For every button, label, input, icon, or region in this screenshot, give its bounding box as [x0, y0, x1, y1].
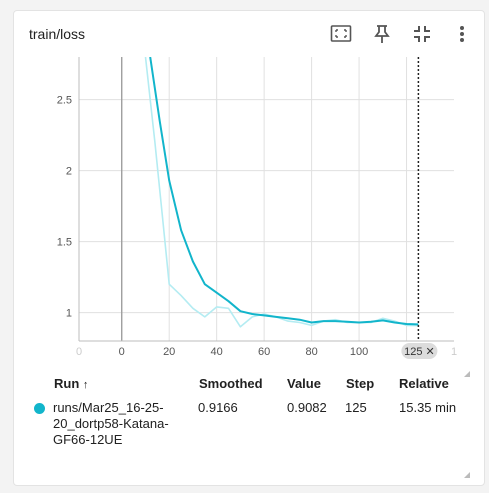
x-tick-label: 40 — [211, 346, 223, 358]
header-smoothed[interactable]: Smoothed — [199, 376, 263, 391]
cell-relative: 15.35 min — [399, 400, 457, 415]
step-label: 125 ✕ — [404, 346, 435, 358]
y-tick-label: 1 — [66, 308, 72, 320]
header-run[interactable]: Run ↑ — [54, 376, 88, 391]
table-resize-handle[interactable] — [464, 465, 470, 478]
x-tick-label: 20 — [163, 346, 175, 358]
loss-chart[interactable]: 1 1.5 2 2.5 0 20 40 60 80 100 1 0 125 ✕ — [14, 11, 484, 361]
header-relative[interactable]: Relative — [399, 376, 449, 391]
y-tick-label: 2 — [66, 166, 72, 178]
sort-arrow-icon: ↑ — [82, 379, 89, 391]
cell-value: 0.9082 — [287, 400, 327, 415]
scalar-card: train/loss 1 1.5 2 2.5 0 20 40 60 80 100 1 0 125 ✕ … — [13, 10, 485, 486]
header-value[interactable]: Value — [287, 376, 321, 391]
y-tick-label: 2.5 — [57, 95, 72, 107]
smoothed-series-line — [149, 57, 419, 326]
run-name-line: 20_dortp58-Katana- — [53, 416, 169, 431]
x-tick-label: 100 — [350, 346, 368, 358]
x-tick-label: 60 — [258, 346, 270, 358]
run-name: runs/Mar25_16-25- 20_dortp58-Katana- GF6… — [53, 400, 183, 448]
run-name-line: GF66-12UE — [53, 432, 123, 447]
x-tick-label: 1 — [451, 346, 457, 358]
chart-resize-handle[interactable] — [464, 364, 470, 377]
run-name-line: runs/Mar25_16-25- — [53, 400, 164, 415]
x-tick-label: 80 — [305, 346, 317, 358]
y-tick-label: 1.5 — [57, 237, 72, 249]
run-color-dot — [34, 403, 45, 414]
header-step[interactable]: Step — [346, 376, 374, 391]
x-tick-label: 0 — [119, 346, 125, 358]
x-tick-label-faded: 0 — [76, 346, 82, 358]
cell-step: 125 — [345, 400, 367, 415]
raw-series-line — [144, 57, 419, 328]
cell-smoothed: 0.9166 — [198, 400, 238, 415]
